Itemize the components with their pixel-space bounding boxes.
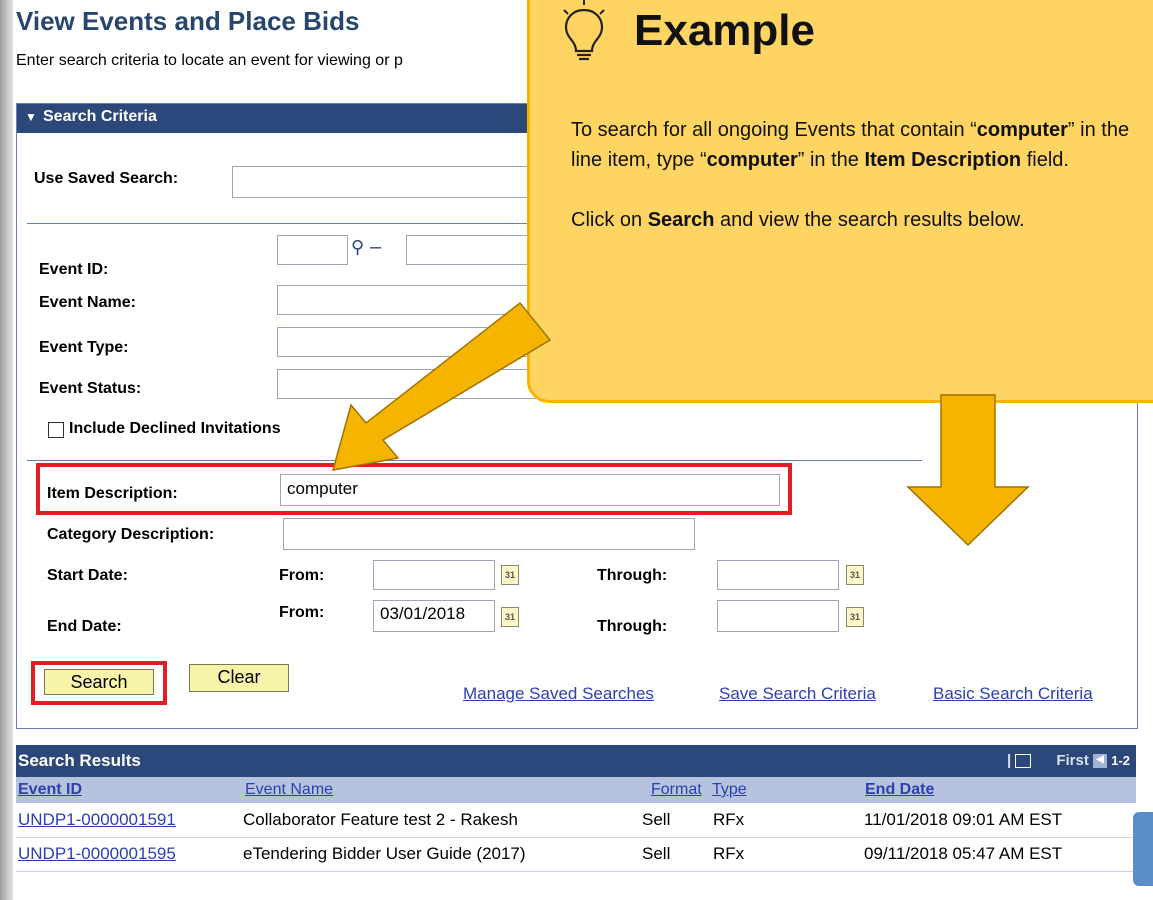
- arrow-annotation: [331, 301, 552, 471]
- arrow-annotation: [906, 394, 1030, 547]
- annotation-arrows: [331, 301, 1030, 547]
- un-emblem-icon: [1133, 812, 1153, 886]
